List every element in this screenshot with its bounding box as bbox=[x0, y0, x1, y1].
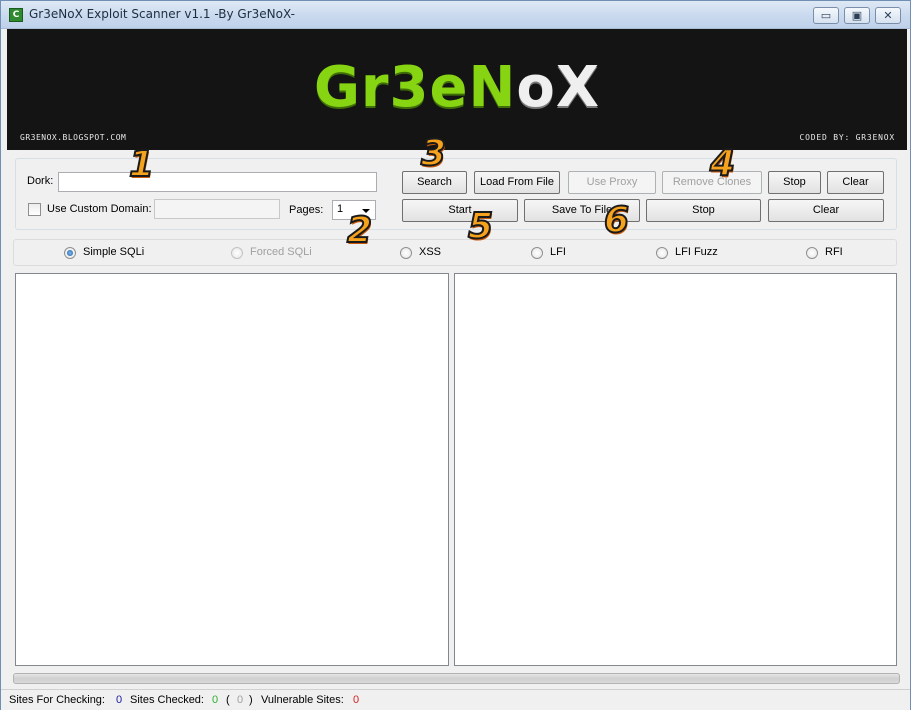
annotation-4: 4 bbox=[709, 143, 736, 184]
use-proxy-button[interactable]: Use Proxy bbox=[568, 171, 656, 194]
close-icon: ✕ bbox=[883, 9, 893, 22]
rfi-radio[interactable] bbox=[806, 247, 818, 259]
main-window: C Gr3eNoX Exploit Scanner v1.1 -By Gr3eN… bbox=[0, 0, 911, 710]
sites-checked-secondary: 0 bbox=[237, 694, 244, 706]
title-bar[interactable]: C Gr3eNoX Exploit Scanner v1.1 -By Gr3eN… bbox=[1, 1, 910, 29]
forced-sqli-radio[interactable] bbox=[231, 247, 243, 259]
scan-mode-group bbox=[13, 239, 897, 266]
rfi-label: RFI bbox=[825, 246, 843, 258]
blog-url: GR3ENOX.BLOGSPOT.COM bbox=[20, 133, 127, 142]
maximize-button[interactable]: ▣ bbox=[844, 7, 870, 24]
lfi-fuzz-label: LFI Fuzz bbox=[675, 246, 718, 258]
annotation-6: 6 bbox=[603, 200, 630, 241]
forced-sqli-label: Forced SQLi bbox=[250, 246, 312, 258]
app-icon: C bbox=[9, 8, 23, 22]
clear-search-button[interactable]: Clear bbox=[827, 171, 884, 194]
pages-label: Pages: bbox=[289, 204, 324, 216]
stop-search-button[interactable]: Stop bbox=[768, 171, 821, 194]
dork-input[interactable] bbox=[58, 172, 377, 192]
status-bar: Sites For Checking: 0 Sites Checked: 0 (… bbox=[1, 689, 910, 710]
coded-by: CODED BY: GR3ENOX bbox=[799, 133, 895, 142]
sites-checked-count: 0 bbox=[212, 694, 219, 706]
dork-label: Dork: bbox=[27, 175, 54, 187]
xss-radio[interactable] bbox=[400, 247, 412, 259]
window-title: Gr3eNoX Exploit Scanner v1.1 -By Gr3eNoX… bbox=[29, 7, 295, 21]
use-custom-domain-label: Use Custom Domain: bbox=[47, 203, 152, 215]
progress-bar bbox=[13, 673, 900, 684]
sites-for-checking-count: 0 bbox=[116, 694, 123, 706]
sites-for-checking-label: Sites For Checking: bbox=[9, 694, 105, 706]
annotation-2: 2 bbox=[346, 210, 373, 251]
lfi-label: LFI bbox=[550, 246, 566, 258]
simple-sqli-label: Simple SQLi bbox=[83, 246, 145, 258]
sites-list[interactable] bbox=[15, 273, 449, 666]
pages-value: 1 bbox=[337, 203, 344, 215]
logo: Gr3eNoX bbox=[313, 55, 601, 120]
simple-sqli-radio[interactable] bbox=[64, 247, 76, 259]
annotation-5: 5 bbox=[467, 206, 494, 247]
custom-domain-input[interactable] bbox=[154, 199, 280, 219]
start-button[interactable]: Start bbox=[402, 199, 518, 222]
sites-checked-label: Sites Checked: bbox=[130, 694, 204, 706]
minimize-button[interactable]: ▭ bbox=[813, 7, 839, 24]
paren-close: ) bbox=[249, 694, 253, 706]
lfi-radio[interactable] bbox=[531, 247, 543, 259]
close-button[interactable]: ✕ bbox=[875, 7, 901, 24]
results-list[interactable] bbox=[454, 273, 897, 666]
paren-open: ( bbox=[226, 694, 230, 706]
annotation-3: 3 bbox=[420, 133, 447, 174]
banner: Gr3eNoX GR3ENOX.BLOGSPOT.COM CODED BY: G… bbox=[7, 29, 907, 150]
annotation-1: 1 bbox=[128, 144, 155, 185]
minimize-icon: ▭ bbox=[820, 9, 832, 22]
search-button[interactable]: Search bbox=[402, 171, 467, 194]
lfi-fuzz-radio[interactable] bbox=[656, 247, 668, 259]
vulnerable-sites-count: 0 bbox=[353, 694, 360, 706]
use-custom-domain-checkbox[interactable] bbox=[28, 203, 41, 216]
load-from-file-button[interactable]: Load From File bbox=[474, 171, 560, 194]
clear-results-button[interactable]: Clear bbox=[768, 199, 884, 222]
stop-scan-button[interactable]: Stop bbox=[646, 199, 761, 222]
maximize-icon: ▣ bbox=[851, 9, 863, 22]
vulnerable-sites-label: Vulnerable Sites: bbox=[261, 694, 344, 706]
xss-label: XSS bbox=[419, 246, 442, 258]
